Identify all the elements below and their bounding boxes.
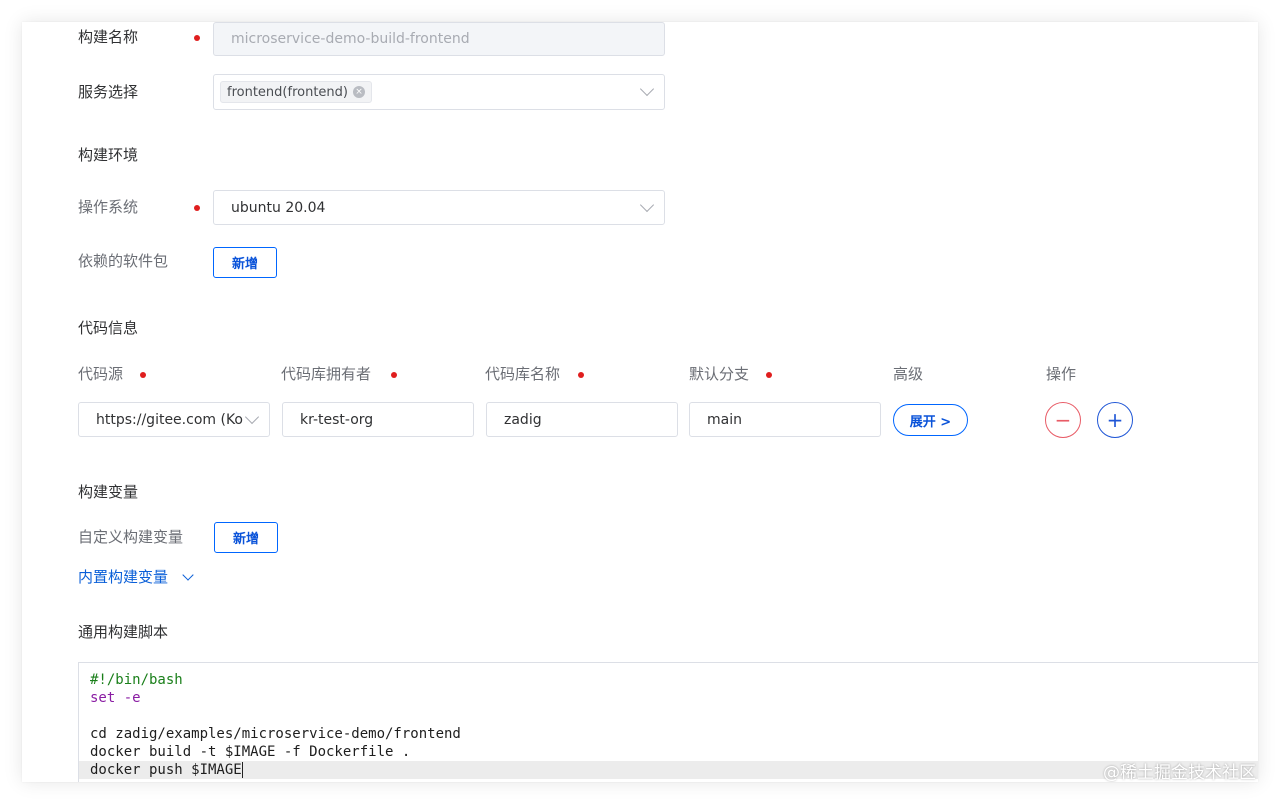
code-source-select[interactable]: https://gitee.com (Ko xyxy=(78,402,270,437)
column-advanced: 高级 xyxy=(893,365,924,383)
code-line: cd zadig/examples/microservice-demo/fron… xyxy=(90,726,461,742)
script-editor[interactable]: #!/bin/bash set -e cd zadig/examples/mic… xyxy=(78,662,1258,782)
add-package-button[interactable]: 新增 xyxy=(213,247,277,278)
column-source: 代码源 xyxy=(78,365,124,383)
chevron-down-icon xyxy=(639,197,655,212)
builtin-vars-label: 内置构建变量 xyxy=(78,568,169,586)
build-name-value: microservice-demo-build-frontend xyxy=(231,31,470,47)
watermark: @稀土掘金技术社区 xyxy=(1103,763,1256,782)
default-branch-input[interactable]: main xyxy=(689,402,881,437)
chevron-down-icon xyxy=(244,409,260,424)
repo-owner-input[interactable]: kr-test-org xyxy=(282,402,474,437)
build-vars-title: 构建变量 xyxy=(78,483,139,501)
script-title: 通用构建脚本 xyxy=(78,623,169,641)
code-source-value: https://gitee.com (Ko xyxy=(96,411,243,428)
code-line-text: docker push $IMAGE xyxy=(90,762,242,778)
code-line: #!/bin/bash xyxy=(90,672,183,688)
required-marker xyxy=(140,372,146,378)
code-line: set -e xyxy=(90,690,141,706)
custom-vars-label: 自定义构建变量 xyxy=(78,528,184,546)
column-actions: 操作 xyxy=(1046,365,1077,383)
builtin-vars-toggle[interactable]: 内置构建变量 xyxy=(78,566,194,587)
code-line: docker build -t $IMAGE -f Dockerfile . xyxy=(90,744,411,760)
required-marker xyxy=(766,372,772,378)
service-tag: frontend(frontend) × xyxy=(220,81,372,103)
packages-label: 依赖的软件包 xyxy=(78,252,169,270)
tag-close-icon[interactable]: × xyxy=(352,86,365,98)
required-marker xyxy=(578,372,584,378)
required-marker xyxy=(194,35,200,41)
text-cursor xyxy=(241,762,243,778)
os-label: 操作系统 xyxy=(78,198,139,216)
build-env-title: 构建环境 xyxy=(78,146,139,164)
remove-repo-button[interactable]: − xyxy=(1045,402,1081,438)
code-info-title: 代码信息 xyxy=(78,319,139,337)
expand-advanced-button[interactable]: 展开 > xyxy=(893,404,968,436)
os-value: ubuntu 20.04 xyxy=(231,199,326,216)
chevron-down-icon xyxy=(182,568,194,581)
column-owner: 代码库拥有者 xyxy=(281,365,372,383)
service-tag-label: frontend(frontend) xyxy=(227,84,348,100)
repo-owner-value: kr-test-org xyxy=(300,411,374,428)
os-select[interactable]: ubuntu 20.04 xyxy=(213,190,665,225)
required-marker xyxy=(391,372,397,378)
column-repo: 代码库名称 xyxy=(485,365,561,383)
default-branch-value: main xyxy=(707,411,742,428)
service-select-label: 服务选择 xyxy=(78,83,139,101)
minus-icon: − xyxy=(1054,408,1072,432)
add-custom-var-button[interactable]: 新增 xyxy=(214,522,278,553)
build-name-input[interactable]: microservice-demo-build-frontend xyxy=(213,22,665,56)
code-line-active: docker push $IMAGE xyxy=(79,761,1258,779)
chevron-down-icon xyxy=(639,81,655,97)
plus-icon: + xyxy=(1106,408,1124,432)
required-marker xyxy=(194,205,200,211)
add-repo-button[interactable]: + xyxy=(1097,402,1133,438)
service-select[interactable]: frontend(frontend) × xyxy=(213,74,665,110)
column-branch: 默认分支 xyxy=(689,365,750,383)
repo-name-input[interactable]: zadig xyxy=(486,402,678,437)
repo-name-value: zadig xyxy=(504,411,542,428)
build-name-label: 构建名称 xyxy=(78,28,139,46)
build-config-form: 构建名称 microservice-demo-build-frontend 服务… xyxy=(22,22,1258,782)
